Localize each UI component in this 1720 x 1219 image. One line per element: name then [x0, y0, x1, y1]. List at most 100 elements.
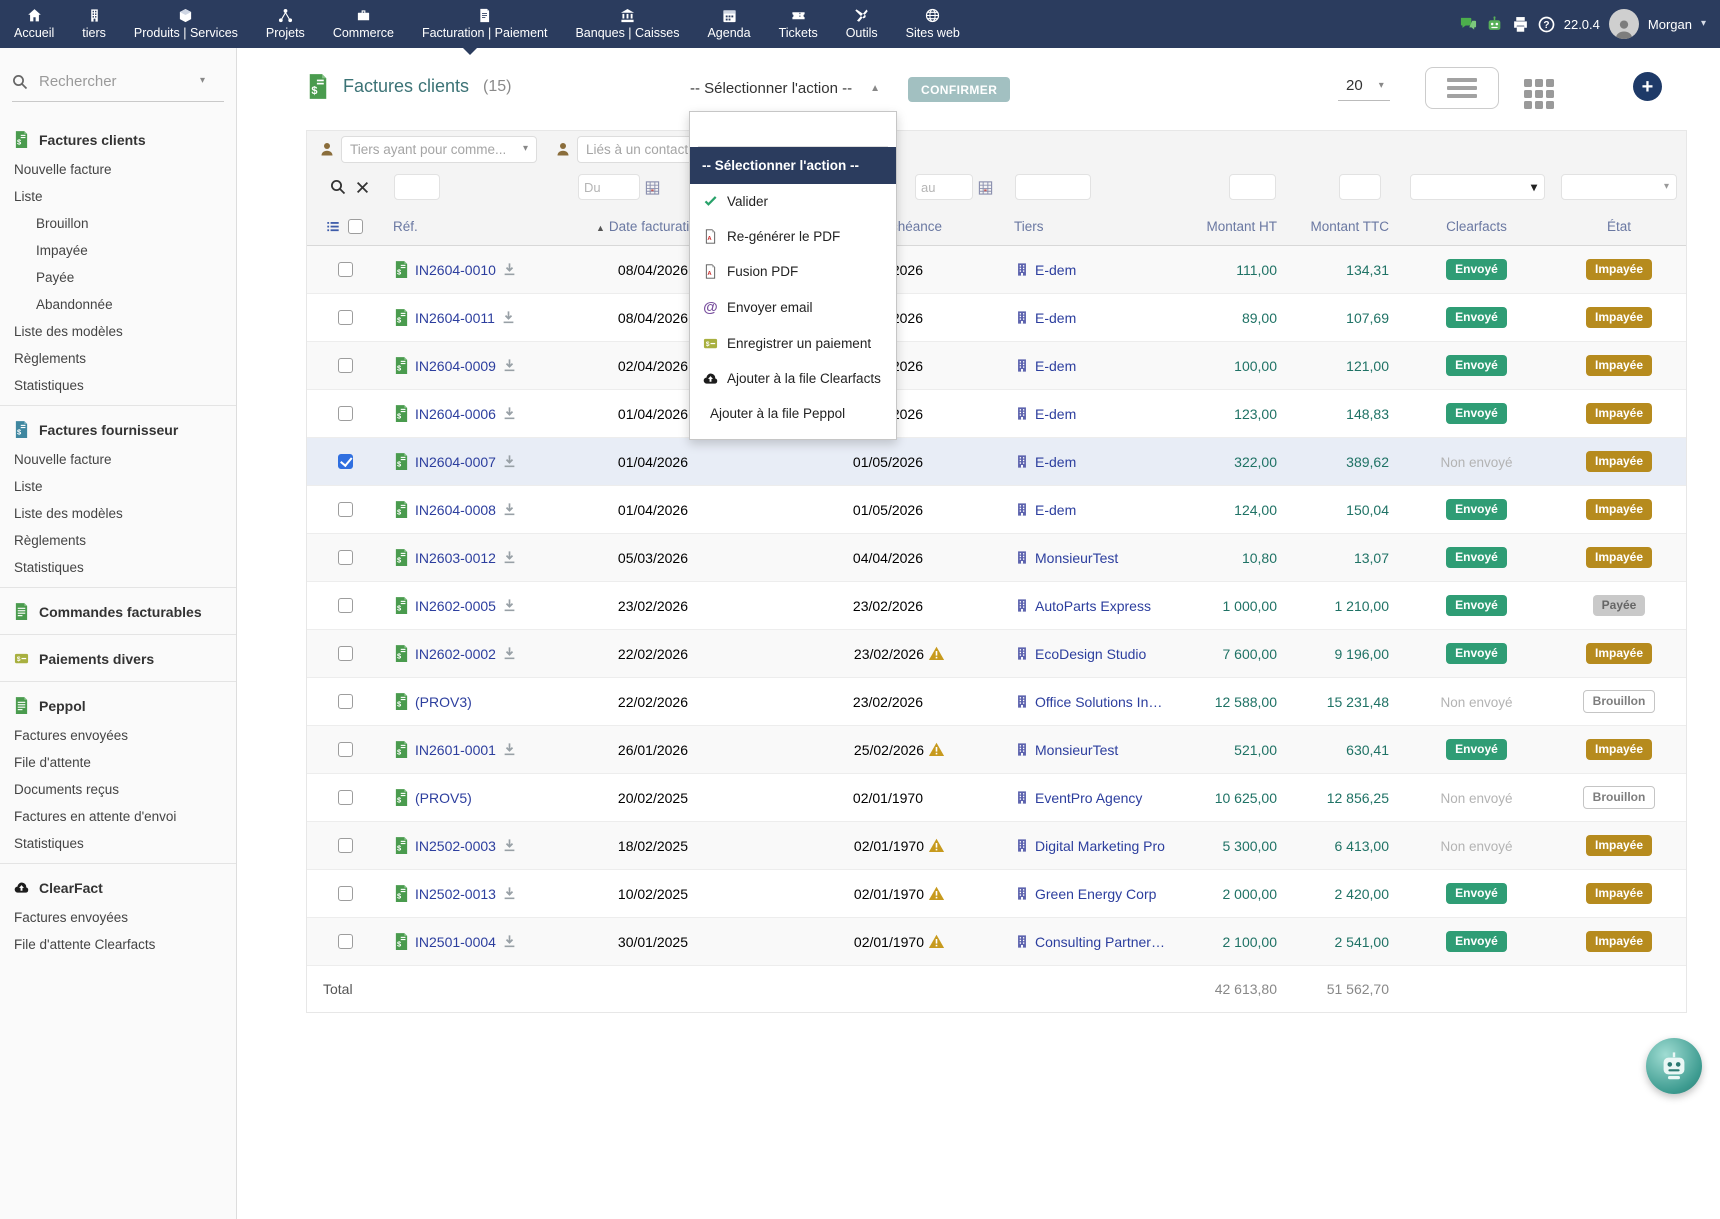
download-icon[interactable] [502, 934, 517, 949]
thirdparty-link[interactable]: E-dem [1035, 406, 1076, 422]
sidebar-section-title[interactable]: $Factures fournisseur [0, 412, 236, 446]
sidebar-item-liste[interactable]: Liste [0, 183, 236, 210]
invoice-ref-link[interactable]: IN2602-0002 [415, 646, 496, 662]
sidebar-item-liste-des-mod-les[interactable]: Liste des modèles [0, 318, 236, 345]
thirdparty-link[interactable]: Consulting Partner… [1035, 934, 1165, 950]
thirdparty-filter[interactable]: Tiers ayant pour comme... ▾ [341, 136, 537, 163]
invoice-ref-link[interactable]: (PROV5) [415, 790, 472, 806]
confirm-button[interactable]: CONFIRMER [908, 77, 1010, 102]
search-submit-icon[interactable] [330, 179, 346, 195]
sidebar-item-liste-des-mod-les[interactable]: Liste des modèles [0, 500, 236, 527]
row-checkbox[interactable] [338, 358, 353, 373]
thirdparty-link[interactable]: AutoParts Express [1035, 598, 1151, 614]
download-icon[interactable] [502, 406, 517, 421]
date-from-input[interactable] [578, 174, 640, 200]
state-filter-select[interactable]: ▾ [1561, 174, 1677, 200]
invoice-ref-link[interactable]: IN2604-0009 [415, 358, 496, 374]
nav-item-banques-caisses[interactable]: Banques | Caisses [561, 0, 693, 48]
sidebar-item-factures-envoy-es[interactable]: Factures envoyées [0, 722, 236, 749]
sidebar-item-statistiques[interactable]: Statistiques [0, 830, 236, 857]
sidebar-section-title[interactable]: ClearFact [0, 870, 236, 904]
nav-item-projets[interactable]: Projets [252, 0, 319, 48]
select-all-checkbox[interactable] [348, 219, 363, 234]
invoice-ref-link[interactable]: IN2604-0007 [415, 454, 496, 470]
dropdown-selected-option[interactable]: -- Sélectionner l'action -- [690, 147, 896, 184]
download-icon[interactable] [502, 598, 517, 613]
search-scope-caret-icon[interactable]: ▾ [200, 75, 205, 86]
dropdown-blank-option[interactable] [698, 116, 888, 147]
assistant-fab[interactable] [1646, 1038, 1702, 1094]
sidebar-item-file-d-attente[interactable]: File d'attente [0, 749, 236, 776]
sidebar-item-nouvelle-facture[interactable]: Nouvelle facture [0, 446, 236, 473]
col-header-ref[interactable]: Réf. [393, 219, 418, 234]
nav-item-tiers[interactable]: tiers [68, 0, 120, 48]
nav-item-facturation-paiement[interactable]: Facturation | Paiement [408, 0, 562, 48]
download-icon[interactable] [502, 550, 517, 565]
menu-item-ajouter-la-file-peppol[interactable]: Ajouter à la file Peppol [690, 396, 896, 431]
thirdparty-link[interactable]: MonsieurTest [1035, 550, 1118, 566]
nav-item-outils[interactable]: Outils [832, 0, 892, 48]
page-size-select[interactable]: 20 ▾ [1338, 77, 1390, 101]
clearfacts-filter-select[interactable]: ▾ [1410, 174, 1545, 200]
sidebar-item-nouvelle-facture[interactable]: Nouvelle facture [0, 156, 236, 183]
invoice-ref-link[interactable]: IN2502-0003 [415, 838, 496, 854]
thirdparty-link[interactable]: EcoDesign Studio [1035, 646, 1146, 662]
thirdparty-link[interactable]: E-dem [1035, 454, 1076, 470]
download-icon[interactable] [502, 358, 517, 373]
invoice-ref-link[interactable]: IN2604-0006 [415, 406, 496, 422]
sidebar-item-statistiques[interactable]: Statistiques [0, 372, 236, 399]
select-fields-icon[interactable] [326, 220, 340, 233]
row-checkbox[interactable] [338, 934, 353, 949]
row-checkbox[interactable] [338, 262, 353, 277]
download-icon[interactable] [502, 646, 517, 661]
col-header-amount-ttc[interactable]: Montant TTC [1310, 219, 1389, 234]
row-checkbox[interactable] [338, 742, 353, 757]
thirdparty-link[interactable]: E-dem [1035, 502, 1076, 518]
nav-item-sites-web[interactable]: Sites web [892, 0, 974, 48]
sidebar-item-factures-envoy-es[interactable]: Factures envoyées [0, 904, 236, 931]
sidebar-item-liste[interactable]: Liste [0, 473, 236, 500]
menu-item-fusion-pdf[interactable]: AFusion PDF [690, 254, 896, 289]
sidebar-section-title[interactable]: Peppol [0, 688, 236, 722]
ref-filter-input[interactable] [394, 174, 440, 200]
view-list-button[interactable] [1425, 67, 1499, 109]
thirdparty-link[interactable]: MonsieurTest [1035, 742, 1118, 758]
invoice-ref-link[interactable]: IN2604-0010 [415, 262, 496, 278]
download-icon[interactable] [502, 886, 517, 901]
thirdparty-link[interactable]: Office Solutions In… [1035, 694, 1162, 710]
invoice-ref-link[interactable]: IN2602-0005 [415, 598, 496, 614]
thirdparty-link[interactable]: E-dem [1035, 262, 1076, 278]
thirdparty-link[interactable]: Digital Marketing Pro [1035, 838, 1165, 854]
col-header-amount-ht[interactable]: Montant HT [1206, 219, 1277, 234]
row-checkbox[interactable] [338, 598, 353, 613]
menu-item-enregistrer-un-paiement[interactable]: $Enregistrer un paiement [690, 326, 896, 361]
download-icon[interactable] [502, 454, 517, 469]
sidebar-item-r-glements[interactable]: Règlements [0, 345, 236, 372]
row-checkbox[interactable] [338, 502, 353, 517]
print-icon[interactable] [1512, 16, 1529, 33]
invoice-ref-link[interactable]: IN2604-0011 [415, 310, 495, 326]
sidebar-item-abandonn-e[interactable]: Abandonnée [0, 291, 236, 318]
row-checkbox[interactable] [338, 694, 353, 709]
col-header-thirdparty[interactable]: Tiers [1014, 219, 1044, 234]
amount-ttc-filter-input[interactable] [1339, 174, 1381, 200]
add-invoice-button[interactable]: + [1633, 72, 1662, 101]
nav-item-accueil[interactable]: Accueil [0, 0, 68, 48]
download-icon[interactable] [502, 262, 517, 277]
mass-action-select[interactable]: -- Sélectionner l'action -- ▲ [690, 80, 880, 97]
sidebar-section-title[interactable]: $Factures clients [0, 122, 236, 156]
nav-item-tickets[interactable]: Tickets [765, 0, 832, 48]
menu-item-envoyer-email[interactable]: @Envoyer email [690, 289, 896, 326]
user-name[interactable]: Morgan [1648, 17, 1692, 32]
sidebar-item-pay-e[interactable]: Payée [0, 264, 236, 291]
sidebar-item-r-glements[interactable]: Règlements [0, 527, 236, 554]
nav-item-commerce[interactable]: Commerce [319, 0, 408, 48]
help-icon[interactable]: ? [1538, 16, 1555, 33]
sidebar-search-input[interactable] [37, 72, 191, 91]
row-checkbox[interactable] [338, 550, 353, 565]
invoice-ref-link[interactable]: (PROV3) [415, 694, 472, 710]
row-checkbox[interactable] [338, 646, 353, 661]
invoice-ref-link[interactable]: IN2601-0001 [415, 742, 496, 758]
row-checkbox[interactable] [338, 790, 353, 805]
user-avatar[interactable] [1609, 9, 1639, 39]
